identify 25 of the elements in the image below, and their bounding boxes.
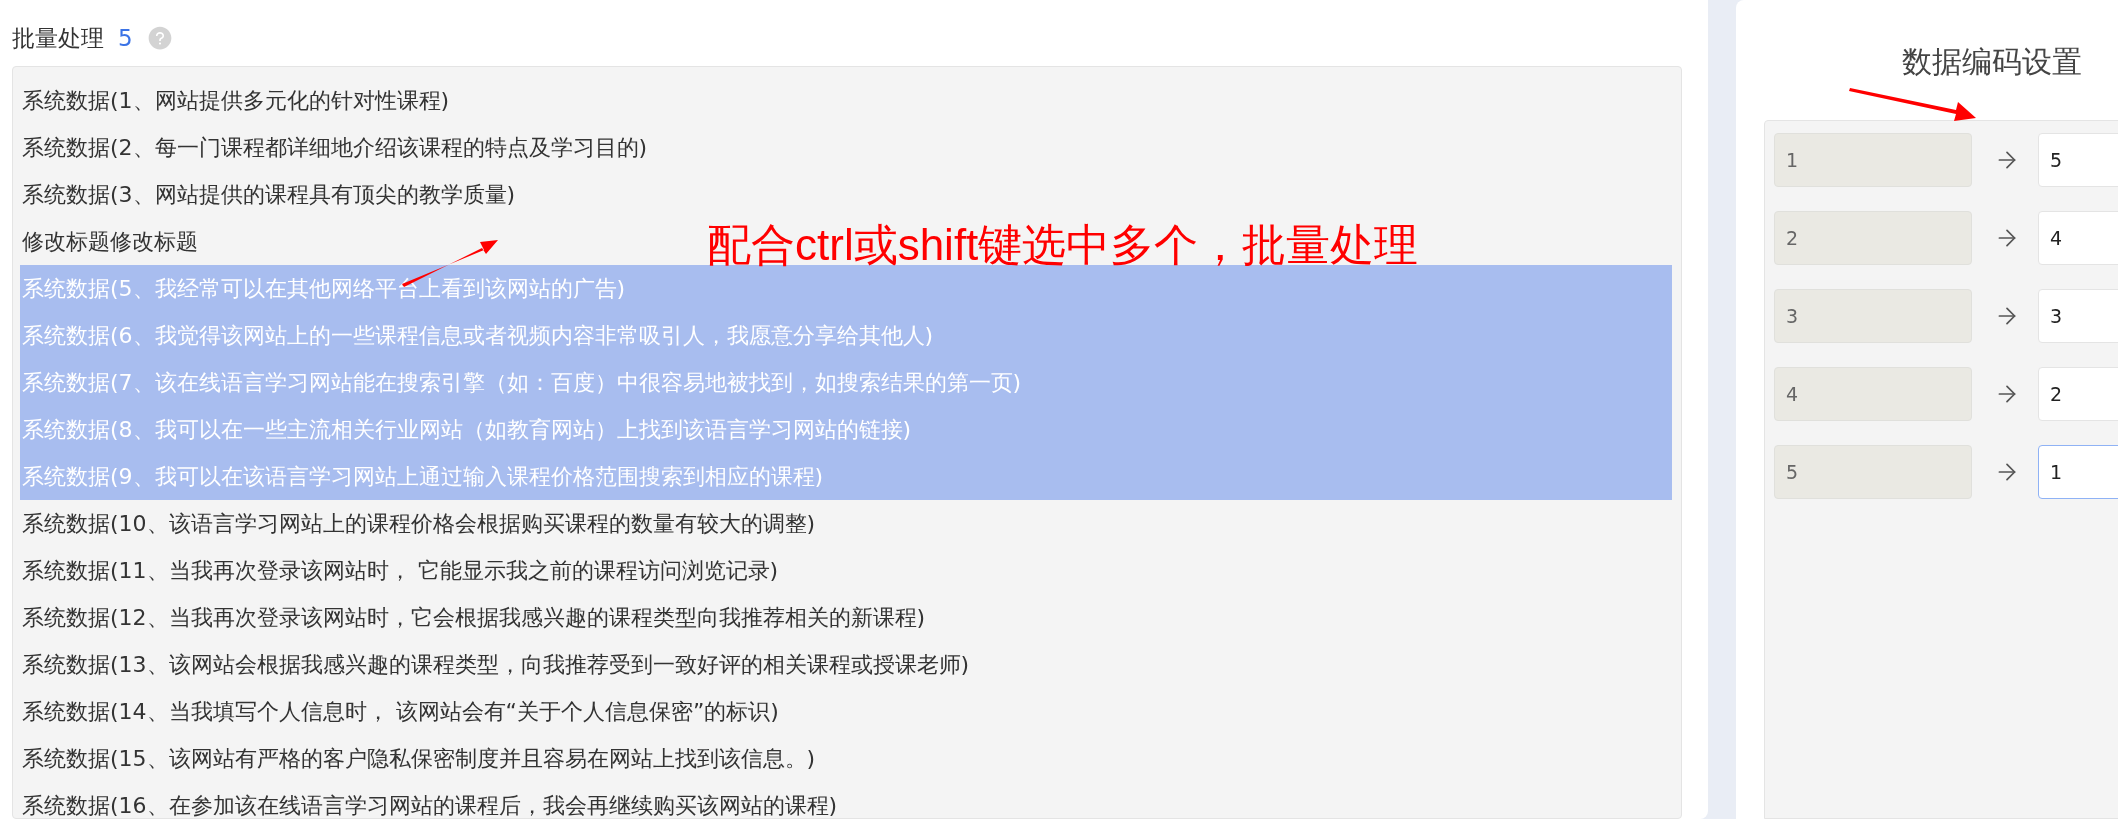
target-value-input[interactable]: 2 — [2038, 367, 2118, 421]
help-icon[interactable] — [146, 25, 173, 51]
source-value-field: 1 — [1774, 133, 1972, 187]
list-item[interactable]: 系统数据(16、在参加该在线语言学习网站的课程后，我会再继续购买该网站的课程) — [20, 782, 838, 818]
list-item[interactable]: 系统数据(3、网站提供的课程具有顶尖的教学质量) — [20, 171, 516, 218]
source-value-field: 2 — [1774, 211, 1972, 265]
source-value-field: 4 — [1774, 367, 1972, 421]
list-item[interactable]: 修改标题修改标题 — [20, 218, 198, 265]
target-value-input[interactable]: 1 — [2038, 445, 2118, 499]
list-item[interactable]: 系统数据(13、该网站会根据我感兴趣的课程类型，向我推荐受到一致好评的相关课程或授课老师) — [20, 641, 970, 688]
source-value-field: 5 — [1774, 445, 1972, 499]
list-item[interactable]: 系统数据(10、该语言学习网站上的课程价格会根据购买课程的数量有较大的调整) — [20, 500, 816, 547]
target-value-input[interactable]: 5 — [2038, 133, 2118, 187]
list-item[interactable]: 系统数据(1、网站提供多元化的针对性课程) — [20, 77, 450, 124]
target-value-input[interactable]: 4 — [2038, 211, 2118, 265]
list-item[interactable]: 系统数据(12、当我再次登录该网站时，它会根据我感兴趣的课程类型向我推荐相关的新课程) — [20, 594, 926, 641]
list-item[interactable]: 系统数据(14、当我填写个人信息时， 该网站会有“关于个人信息保密”的标识) — [20, 688, 779, 735]
list-item[interactable]: 系统数据(11、当我再次登录该网站时， 它能显示我之前的课程访问浏览记录) — [20, 547, 779, 594]
section-title: 数据编码设置 — [1901, 43, 2083, 81]
list-item[interactable]: 系统数据(2、每一门课程都详细地介绍该课程的特点及学习目的) — [20, 124, 648, 171]
source-value-field: 3 — [1774, 289, 1972, 343]
section-title: 批量处理 — [12, 23, 104, 53]
target-value-input[interactable]: 3 — [2038, 289, 2118, 343]
selection-count: 5 — [118, 25, 133, 51]
list-item[interactable]: 系统数据(15、该网站有严格的客户隐私保密制度并且容易在网站上找到该信息。) — [20, 735, 816, 782]
